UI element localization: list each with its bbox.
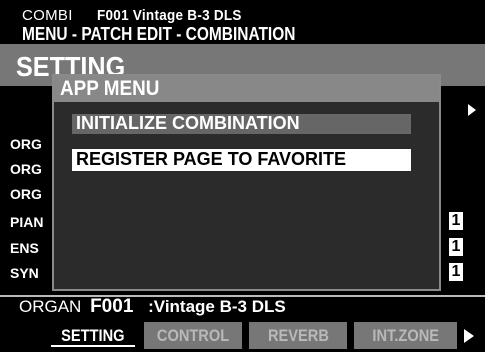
row-value[interactable]: 1 [449,263,463,281]
tab-control[interactable]: CONTROL [144,322,242,349]
row-label: PIAN [10,214,44,230]
mode-label: COMBI [22,7,73,24]
row-label: ORG [10,186,42,202]
row-label: ORG [10,136,42,152]
active-tab-indicator [51,345,135,347]
row-value[interactable]: 1 [449,212,463,230]
status-line: COMBI F001 Vintage B-3 DLS [22,7,258,24]
arrow-right-icon[interactable] [468,104,476,116]
part-info: ORGAN F001 :Vintage B-3 DLS [19,296,286,318]
menu-item-label: REGISTER PAGE TO FAVORITE [76,149,347,169]
patch-number: F001 [90,296,134,317]
app-menu-dialog [52,74,441,291]
dialog-title: APP MENU [60,77,160,100]
row-value[interactable]: 1 [449,238,463,256]
arrow-right-icon[interactable] [464,329,474,343]
menu-item-label: INITIALIZE COMBINATION [76,113,300,133]
tab-reverb[interactable]: REVERB [249,322,347,349]
breadcrumb: MENU - PATCH EDIT - COMBINATION [22,24,296,44]
patch-name: F001 Vintage B-3 DLS [97,7,242,24]
tab-int-zone[interactable]: INT.ZONE [354,322,457,349]
row-label: SYN [10,265,39,281]
row-label: ENS [10,240,39,256]
patch-name: :Vintage B-3 DLS [148,297,286,316]
part-label: ORGAN [19,297,82,316]
row-label: ORG [10,161,42,177]
